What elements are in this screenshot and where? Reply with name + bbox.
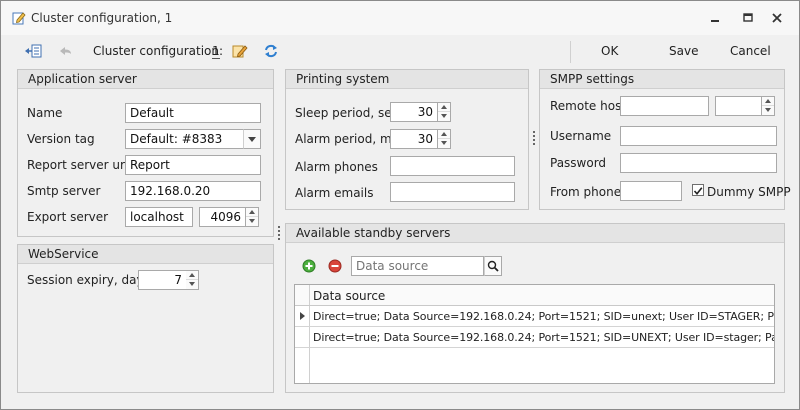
dummy-smpp-checkbox[interactable] [692, 184, 704, 196]
group-header: Application server [18, 70, 273, 89]
version-tag-label: Version tag [27, 132, 95, 146]
spin-down-icon[interactable] [246, 217, 258, 226]
toolbar-separator [570, 41, 571, 63]
save-button[interactable]: Save [669, 44, 698, 58]
ok-button[interactable]: OK [601, 44, 618, 58]
toolbar: Cluster configuration: 1 OK Save Cancel [1, 35, 799, 67]
remote-port-input[interactable] [715, 96, 762, 116]
password-label: Password [550, 156, 607, 170]
alarm-phones-input[interactable] [390, 156, 515, 176]
report-server-url-input[interactable] [125, 155, 261, 175]
cancel-button[interactable]: Cancel [730, 44, 771, 58]
data-source-cell: Direct=true; Data Source=192.168.0.24; P… [313, 310, 774, 323]
undo-icon[interactable] [57, 43, 75, 59]
close-icon[interactable] [769, 10, 785, 26]
sleep-period-input[interactable] [390, 102, 438, 122]
configuration-number[interactable]: 1 [212, 44, 220, 59]
remote-host-input[interactable] [620, 96, 709, 116]
smtp-server-label: Smtp server [27, 184, 101, 198]
export-server-port-input[interactable] [199, 207, 246, 227]
spin-down-icon[interactable] [438, 112, 450, 121]
rename-icon[interactable] [231, 43, 249, 59]
window-title: Cluster configuration, 1 [31, 11, 173, 25]
chevron-down-icon[interactable] [243, 129, 261, 149]
webservice-group: WebService [17, 244, 274, 393]
smtp-server-input[interactable] [125, 181, 261, 201]
alarm-phones-label: Alarm phones [295, 160, 378, 174]
group-header: Printing system [286, 70, 528, 89]
export-port-stepper[interactable] [246, 207, 259, 227]
username-input[interactable] [620, 126, 777, 146]
spin-up-icon[interactable] [438, 103, 450, 112]
from-phone-label: From phone [550, 185, 622, 199]
spin-up-icon[interactable] [186, 271, 198, 280]
grid-header: Data source [295, 285, 774, 306]
refresh-icon[interactable] [262, 43, 280, 59]
add-icon[interactable] [302, 259, 316, 273]
group-title: Printing system [296, 72, 390, 86]
search-icon[interactable] [484, 256, 502, 276]
spin-down-icon[interactable] [438, 139, 450, 148]
spin-down-icon[interactable] [186, 280, 198, 289]
row-indicator-column [295, 348, 310, 383]
spin-down-icon[interactable] [762, 106, 774, 115]
group-title: WebService [28, 247, 99, 261]
session-expiry-label: Session expiry, days [27, 273, 150, 287]
data-source-column-header[interactable]: Data source [313, 289, 385, 303]
spin-up-icon[interactable] [246, 208, 258, 217]
name-label: Name [27, 106, 63, 120]
group-header: SMPP settings [540, 70, 784, 89]
vertical-splitter-handle[interactable] [533, 131, 536, 147]
edit-icon [12, 11, 26, 25]
group-header: Available standby servers [286, 224, 784, 243]
vertical-splitter-handle[interactable] [278, 226, 281, 242]
spin-up-icon[interactable] [762, 97, 774, 106]
session-expiry-stepper[interactable] [186, 270, 199, 290]
back-to-list-icon[interactable] [24, 43, 42, 59]
checkmark-icon [693, 187, 703, 196]
password-input[interactable] [620, 153, 777, 173]
title-bar: Cluster configuration, 1 [1, 1, 799, 35]
restore-icon[interactable] [740, 10, 756, 26]
alarm-emails-input[interactable] [390, 182, 515, 202]
row-indicator-cell [295, 327, 310, 347]
sleep-period-label: Sleep period, sec. [295, 106, 403, 120]
alarm-emails-label: Alarm emails [295, 186, 374, 200]
report-server-url-label: Report server url [27, 158, 129, 172]
standby-servers-grid: Data source Direct=true; Data Source=192… [294, 284, 775, 384]
alarm-period-stepper[interactable] [438, 129, 451, 149]
version-tag-select[interactable] [125, 129, 245, 149]
table-row[interactable]: Direct=true; Data Source=192.168.0.24; P… [295, 327, 774, 348]
standby-search-input[interactable] [351, 256, 484, 276]
data-source-cell: Direct=true; Data Source=192.168.0.24; P… [313, 331, 774, 344]
export-server-label: Export server [27, 210, 109, 224]
group-title: Application server [28, 72, 137, 86]
cluster-configuration-window: Cluster configuration, 1 Cluster configu… [0, 0, 800, 410]
group-title: SMPP settings [550, 72, 635, 86]
dummy-smpp-label: Dummy SMPP [707, 185, 791, 199]
username-label: Username [550, 129, 612, 143]
remote-host-label: Remote host [550, 99, 627, 113]
spin-up-icon[interactable] [438, 130, 450, 139]
name-input[interactable] [125, 103, 261, 123]
alarm-period-input[interactable] [390, 129, 438, 149]
row-indicator-icon [295, 306, 310, 326]
remove-icon[interactable] [328, 259, 342, 273]
group-header: WebService [18, 245, 273, 264]
table-row[interactable]: Direct=true; Data Source=192.168.0.24; P… [295, 306, 774, 327]
minimize-icon[interactable] [707, 10, 723, 26]
toolbar-title: Cluster configuration: [93, 44, 224, 58]
from-phone-input[interactable] [620, 181, 682, 201]
sleep-period-stepper[interactable] [438, 102, 451, 122]
remote-port-stepper[interactable] [762, 96, 775, 116]
session-expiry-input[interactable] [138, 270, 187, 290]
group-title: Available standby servers [296, 226, 451, 240]
row-indicator-column [295, 285, 310, 305]
export-server-host-input[interactable] [125, 207, 193, 227]
